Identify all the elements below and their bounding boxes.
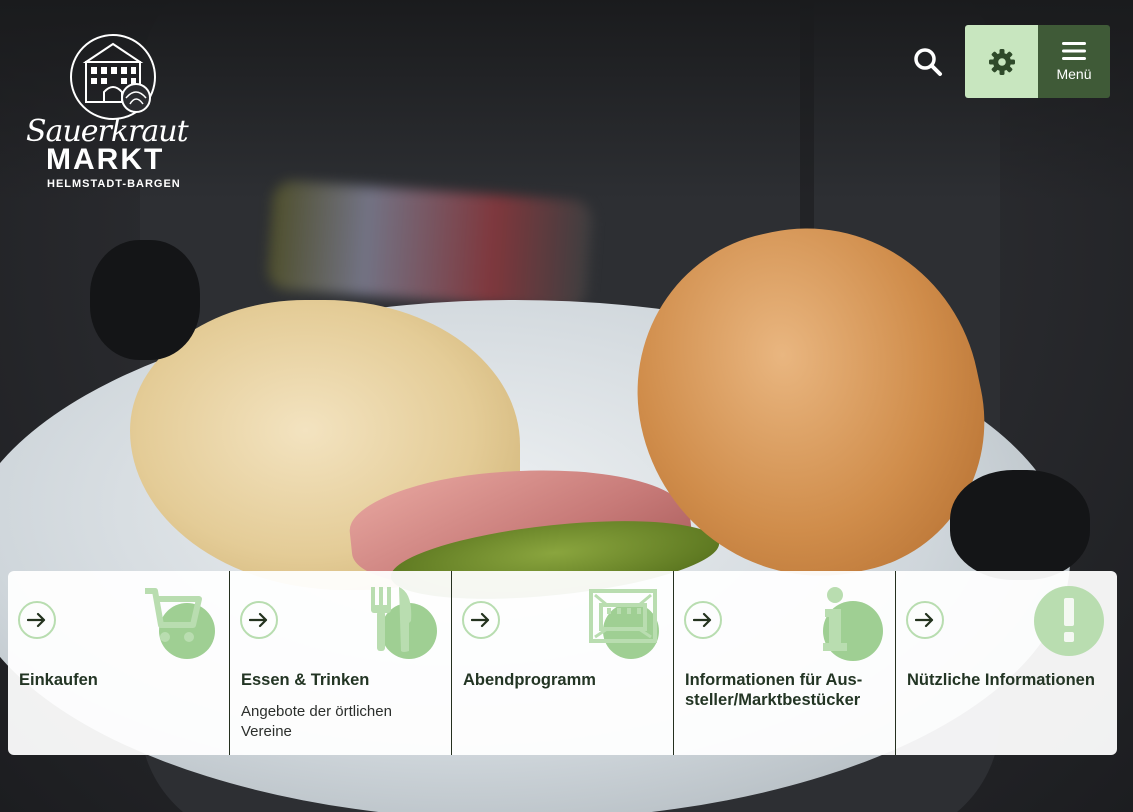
quicklinks-bar: Einkaufen Essen & Trinken Angebote der ö…	[8, 571, 1117, 755]
menu-button[interactable]: Menü	[1038, 25, 1110, 98]
quicklink-abendprogramm[interactable]: Abendprogramm	[452, 571, 674, 755]
quicklink-essen-trinken[interactable]: Essen & Trinken Angebote der örtlichen V…	[230, 571, 452, 755]
arrow-right-icon	[18, 601, 56, 639]
arrow-right-icon	[684, 601, 722, 639]
info-icon	[823, 587, 883, 661]
gear-icon	[988, 48, 1015, 75]
quicklink-title: Informationen für Aus-steller/Marktbestü…	[685, 671, 863, 709]
logo-subline: HELMSTADT-BARGEN	[47, 178, 181, 190]
building-emblem-icon	[70, 34, 156, 120]
quicklink-title: Essen & Trinken	[241, 671, 370, 689]
quicklink-description: Angebote der örtlichen Vereine	[241, 703, 392, 740]
arrow-right-icon	[462, 601, 500, 639]
quicklink-nuetzliche-info[interactable]: Nützliche Informationen	[896, 571, 1117, 755]
quicklink-aussteller-info[interactable]: Informationen für Aus-steller/Marktbestü…	[674, 571, 896, 755]
quicklink-title: Abendprogramm	[463, 671, 596, 689]
quicklink-title: Einkaufen	[19, 671, 98, 689]
arrow-right-icon	[240, 601, 278, 639]
exclamation-icon	[1034, 586, 1104, 656]
fork-knife-icon	[371, 587, 437, 659]
hamburger-icon	[1062, 41, 1086, 60]
stage-icon	[589, 589, 659, 659]
search-icon	[914, 48, 942, 76]
shopping-cart-icon	[145, 588, 215, 659]
site-logo[interactable]: Sauerkraut MARKT HELMSTADT-BARGEN	[26, 32, 198, 192]
logo-wordmark: MARKT	[46, 143, 165, 176]
quicklink-title: Nützliche Informationen	[907, 671, 1095, 689]
quicklink-einkaufen[interactable]: Einkaufen	[8, 571, 230, 755]
menu-label: Menü	[1056, 65, 1092, 82]
settings-button[interactable]	[965, 25, 1038, 98]
search-button[interactable]	[906, 40, 950, 84]
arrow-right-icon	[906, 601, 944, 639]
